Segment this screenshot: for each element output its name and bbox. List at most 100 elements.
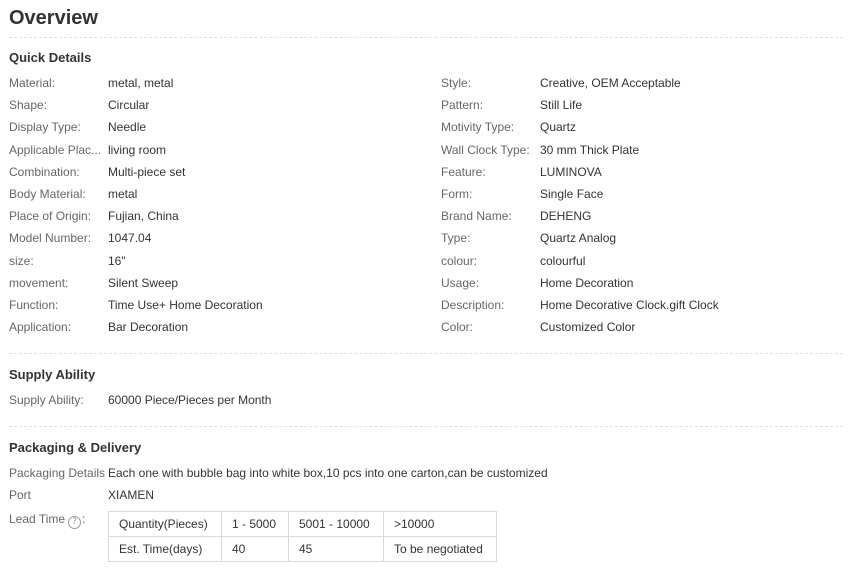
detail-row: Form: Single Face [441, 185, 841, 203]
detail-label: Application: [9, 320, 72, 334]
detail-value: Quartz [540, 120, 577, 134]
port-label: Port [9, 488, 32, 502]
detail-value: Fujian, China [108, 209, 179, 223]
detail-row: Type: Quartz Analog [441, 229, 841, 247]
detail-value: Circular [108, 98, 150, 112]
quick-details-title: Quick Details [9, 50, 92, 65]
detail-row: Place of Origin: Fujian, China [9, 207, 409, 225]
table-cell: >10000 [383, 511, 497, 537]
detail-label: Material: [9, 76, 56, 90]
detail-value: LUMINOVA [540, 165, 602, 179]
product-overview-panel: Overview Quick Details Material: metal, m… [9, 0, 845, 577]
detail-value: Time Use+ Home Decoration [108, 298, 263, 312]
packaging-details-value: Each one with bubble bag into white box,… [108, 466, 548, 480]
detail-label: Function: [9, 298, 59, 312]
detail-row: Style: Creative, OEM Acceptable [441, 74, 841, 92]
detail-label: Motivity Type: [441, 120, 515, 134]
detail-label: colour: [441, 254, 478, 268]
detail-value: Bar Decoration [108, 320, 189, 334]
table-row: Est. Time(days) 40 45 To be negotiated [108, 536, 497, 562]
packaging-details-label: Packaging Details [9, 466, 106, 480]
detail-row: Feature: LUMINOVA [441, 163, 841, 181]
detail-label: Feature: [441, 165, 486, 179]
detail-value: metal [108, 187, 138, 201]
table-cell: 45 [288, 536, 384, 562]
detail-label: Display Type: [9, 120, 81, 134]
table-cell: 5001 - 10000 [288, 511, 384, 537]
detail-row: Application: Bar Decoration [9, 318, 409, 336]
detail-value: Needle [108, 120, 147, 134]
detail-row: Combination: Multi-piece set [9, 163, 409, 181]
detail-value: Home Decorative Clock.gift Clock [540, 298, 719, 312]
divider [9, 426, 843, 427]
detail-row: Function: Time Use+ Home Decoration [9, 296, 409, 314]
detail-row: Shape: Circular [9, 96, 409, 114]
detail-row: colour: colourful [441, 252, 841, 270]
lead-time-label-row: Lead Time?: [9, 510, 85, 529]
detail-value: colourful [540, 254, 586, 268]
supply-ability-value: 60000 Piece/Pieces per Month [108, 393, 272, 407]
detail-row: movement: Silent Sweep [9, 274, 409, 292]
table-row-header-cell: Est. Time(days) [108, 536, 222, 562]
supply-ability-row: Supply Ability: 60000 Piece/Pieces per M… [9, 391, 843, 409]
lead-time-label: Lead Time [9, 512, 66, 526]
port-row: Port XIAMEN [9, 486, 843, 504]
detail-value: metal, metal [108, 76, 174, 90]
detail-label: size: [9, 254, 34, 268]
divider [9, 353, 843, 354]
detail-label: Color: [441, 320, 474, 334]
detail-row: Display Type: Needle [9, 118, 409, 136]
detail-label: Applicable Plac... [9, 143, 102, 157]
detail-label: Brand Name: [441, 209, 512, 223]
detail-label: Wall Clock Type: [441, 143, 530, 157]
table-cell: 1 - 5000 [221, 511, 289, 537]
detail-label: Shape: [9, 98, 48, 112]
detail-row: Pattern: Still Life [441, 96, 841, 114]
packaging-details-row: Packaging Details Each one with bubble b… [9, 464, 843, 482]
detail-label: Description: [441, 298, 505, 312]
table-cell: To be negotiated [383, 536, 497, 562]
detail-label: movement: [9, 276, 69, 290]
detail-label: Pattern: [441, 98, 484, 112]
question-circle-icon[interactable]: ? [68, 516, 82, 529]
table-row-header-cell: Quantity(Pieces) [108, 511, 222, 537]
detail-value: Single Face [540, 187, 604, 201]
detail-label: Combination: [9, 165, 80, 179]
detail-row: Usage: Home Decoration [441, 274, 841, 292]
detail-value: Creative, OEM Acceptable [540, 76, 681, 90]
detail-label: Style: [441, 76, 472, 90]
detail-value: 30 mm Thick Plate [540, 143, 640, 157]
detail-value: Customized Color [540, 320, 636, 334]
detail-row: Wall Clock Type: 30 mm Thick Plate [441, 141, 841, 159]
table-row: Quantity(Pieces) 1 - 5000 5001 - 10000 >100… [108, 511, 497, 537]
detail-label: Form: [441, 187, 473, 201]
detail-value: living room [108, 143, 167, 157]
detail-value: Silent Sweep [108, 276, 179, 290]
detail-row: size: 16" [9, 252, 409, 270]
overview-title: Overview [9, 7, 98, 29]
detail-value: DEHENG [540, 209, 592, 223]
detail-row: Motivity Type: Quartz [441, 118, 841, 136]
lead-time-table: Quantity(Pieces) 1 - 5000 5001 - 10000 >100… [108, 511, 497, 562]
detail-row: Applicable Plac... living room [9, 141, 409, 159]
detail-value: Quartz Analog [540, 231, 617, 245]
detail-label: Body Material: [9, 187, 86, 201]
detail-row: Material: metal, metal [9, 74, 409, 92]
detail-row: Model Number: 1047.04 [9, 229, 409, 247]
detail-row: Color: Customized Color [441, 318, 841, 336]
detail-label: Usage: [441, 276, 480, 290]
lead-time-colon: : [82, 512, 86, 526]
detail-value: Multi-piece set [108, 165, 186, 179]
port-value: XIAMEN [108, 488, 155, 502]
detail-label: Model Number: [9, 231, 92, 245]
detail-label: Type: [441, 231, 471, 245]
supply-ability-title: Supply Ability [9, 367, 96, 382]
detail-row: Description: Home Decorative Clock.gift C… [441, 296, 841, 314]
detail-row: Brand Name: DEHENG [441, 207, 841, 225]
supply-ability-label: Supply Ability: [9, 393, 84, 407]
detail-value: 1047.04 [108, 231, 152, 245]
packaging-delivery-title: Packaging & Delivery [9, 440, 142, 455]
divider [9, 37, 843, 38]
table-cell: 40 [221, 536, 289, 562]
detail-value: 16" [108, 254, 126, 268]
